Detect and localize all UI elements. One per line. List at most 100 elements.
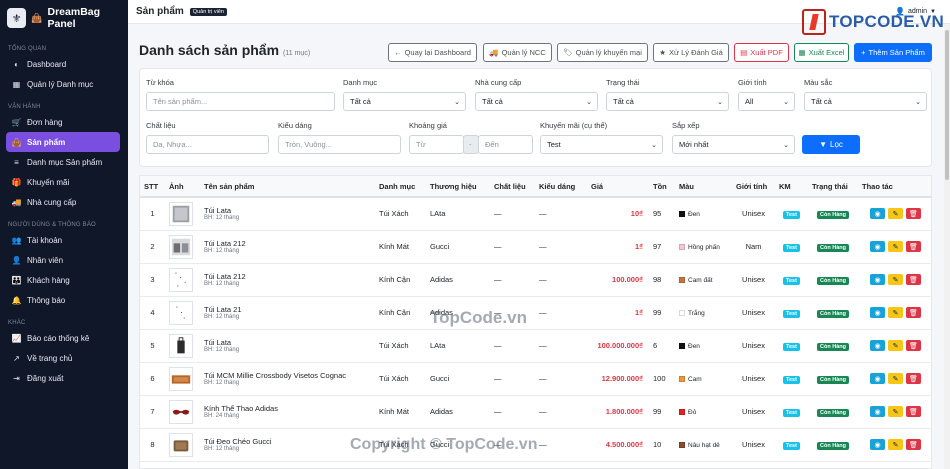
status-select[interactable]: Tất cả ⌄ [606,92,729,111]
price-to-input[interactable]: Đến [478,135,533,154]
sidebar-item[interactable]: ↗ Về trang chủ [0,348,122,368]
product-name[interactable]: Túi MCM Millie Crossbody Visetos Cognac [204,371,375,380]
sidebar-item[interactable]: 🎁 Khuyến mãi [0,172,122,192]
delete-button[interactable]: 🗑 [906,439,921,450]
sidebar-item[interactable]: 👪 Khách hàng [0,270,122,290]
product-name[interactable]: Kính Thể Thao Adidas [204,404,375,413]
column-header[interactable]: Tồn [649,176,675,198]
category-select[interactable]: Tất cả ⌄ [343,92,466,111]
list-header: Danh sách sản phẩm (11 mục) [139,42,310,58]
edit-button[interactable]: ✎ [888,439,903,450]
view-button[interactable]: ◉ [870,208,885,220]
column-header[interactable]: Thương hiệu [426,176,490,198]
edit-button[interactable]: ✎ [888,307,903,318]
edit-button[interactable]: ✎ [888,340,903,351]
supplier-select[interactable]: Tất cả ⌄ [475,92,598,111]
column-header[interactable]: Giá [587,176,649,198]
sidebar-item[interactable]: 👤 Nhân viên [0,250,122,270]
product-name[interactable]: Túi Lata [204,206,375,215]
delete-button[interactable]: 🗑 [906,241,921,252]
sidebar-item[interactable]: 🛒 Đơn hàng [0,112,122,132]
add-product-button[interactable]: + Thêm Sản Phẩm [854,43,932,62]
column-header[interactable]: Trạng thái [808,176,858,198]
delete-button[interactable]: 🗑 [906,208,921,220]
gender-select[interactable]: All ⌄ [738,92,795,111]
sidebar-item[interactable]: 🔔 Thông báo [0,290,122,310]
delete-button[interactable]: 🗑 [906,340,921,351]
column-header[interactable]: KM [775,176,808,198]
review-button[interactable]: ★ Xử Lý Đánh Giá [653,43,729,62]
edit-button[interactable]: ✎ [888,373,903,384]
sidebar-item[interactable]: 📈 Báo cáo thống kê [0,328,122,348]
material-input[interactable]: Da, Nhựa... [146,135,269,154]
product-name[interactable]: Túi Lata [204,338,375,347]
view-button[interactable]: ◉ [870,406,885,417]
edit-button[interactable]: ✎ [888,406,903,417]
product-thumbnail[interactable] [169,432,193,457]
cell-promo: Test [775,230,808,264]
sidebar-item[interactable]: 🚚 Nhà cung cấp [0,192,122,212]
column-header[interactable]: Ảnh [165,176,200,198]
product-name[interactable]: Túi Lata 212 [204,239,375,248]
delete-button[interactable]: 🗑 [906,307,921,318]
cell-stock: 95 [649,197,675,231]
column-header[interactable]: Chất liệu [490,176,535,198]
product-thumbnail[interactable] [169,333,193,358]
column-header[interactable]: Tên sản phẩm [200,176,375,198]
column-header[interactable]: Giới tính [732,176,775,198]
sidebar-item[interactable]: ▦ Quản lý Danh mục [0,74,122,94]
view-button[interactable]: ◉ [870,241,885,252]
product-thumbnail[interactable] [169,366,193,391]
color-name: Đen [688,343,700,350]
view-button[interactable]: ◉ [870,307,885,318]
product-name[interactable]: Túi Lata 212 [204,272,375,281]
edit-button[interactable]: ✎ [888,208,903,220]
delete-button[interactable]: 🗑 [906,373,921,384]
manage-promo-button[interactable]: 🏷 Quản lý khuyến mại [557,43,648,62]
product-thumbnail[interactable] [169,399,193,424]
column-header[interactable]: STT [140,176,165,198]
watermark-bottom: Copyright © TopCode.vn [350,436,538,453]
product-thumbnail[interactable] [169,234,193,259]
delete-button[interactable]: 🗑 [906,406,921,417]
export-excel-button[interactable]: ▦ Xuất Excel [794,43,849,62]
delete-button[interactable]: 🗑 [906,274,921,285]
edit-button[interactable]: ✎ [888,241,903,252]
cell-image [165,428,200,462]
cell-status: Còn Hàng [808,230,858,264]
promo-select[interactable]: Test ⌄ [540,135,663,154]
sidebar-item[interactable]: ⇥ Đăng xuất [0,368,122,388]
view-button[interactable]: ◉ [870,274,885,285]
product-table-card: STT Ảnh Tên sản phẩm Danh mục Thương hiệu Chấ… [139,175,932,469]
page-scrollbar-thumb[interactable] [945,30,949,180]
column-header[interactable]: Màu [675,176,732,198]
product-thumbnail[interactable] [169,201,193,226]
view-button[interactable]: ◉ [870,439,885,450]
product-thumbnail[interactable] [169,267,193,292]
view-button[interactable]: ◉ [870,340,885,351]
sort-select[interactable]: Mới nhất ⌄ [672,135,795,154]
edit-button[interactable]: ✎ [888,274,903,285]
back-dashboard-button[interactable]: ← Quay lại Dashboard [388,43,477,62]
keyword-input[interactable]: Tên sản phẩm... [146,92,335,111]
column-header[interactable]: Danh mục [375,176,426,198]
color-select[interactable]: Tất cả ⌄ [804,92,927,111]
product-thumbnail[interactable] [169,300,193,325]
price-from-input[interactable]: Từ [409,135,464,154]
view-button[interactable]: ◉ [870,373,885,384]
column-header[interactable]: Kiểu dáng [535,176,587,198]
sidebar-item[interactable]: ◐ Dashboard [0,54,122,74]
manage-supplier-button[interactable]: 🚚 Quản lý NCC [483,43,552,62]
export-pdf-button[interactable]: ▤ Xuất PDF [734,43,789,62]
brand[interactable]: ⚜ 👜 DreamBag Panel [0,0,128,36]
sidebar-item[interactable]: 👜 Sản phẩm [6,132,120,152]
style-input[interactable]: Tròn, Vuông... [278,135,401,154]
filter-submit-button[interactable]: ▼ Lọc [802,135,860,154]
cell-promo: Test [775,296,808,330]
sidebar-item[interactable]: 👥 Tài khoản [0,230,122,250]
sidebar-item[interactable]: ≡ Danh mục Sản phẩm [0,152,122,172]
eye-icon: ◉ [874,375,881,383]
action-group: ◉ ✎ 🗑 [870,274,921,285]
column-header[interactable]: Thao tác [858,176,931,198]
product-name[interactable]: Túi Lata 21 [204,305,375,314]
